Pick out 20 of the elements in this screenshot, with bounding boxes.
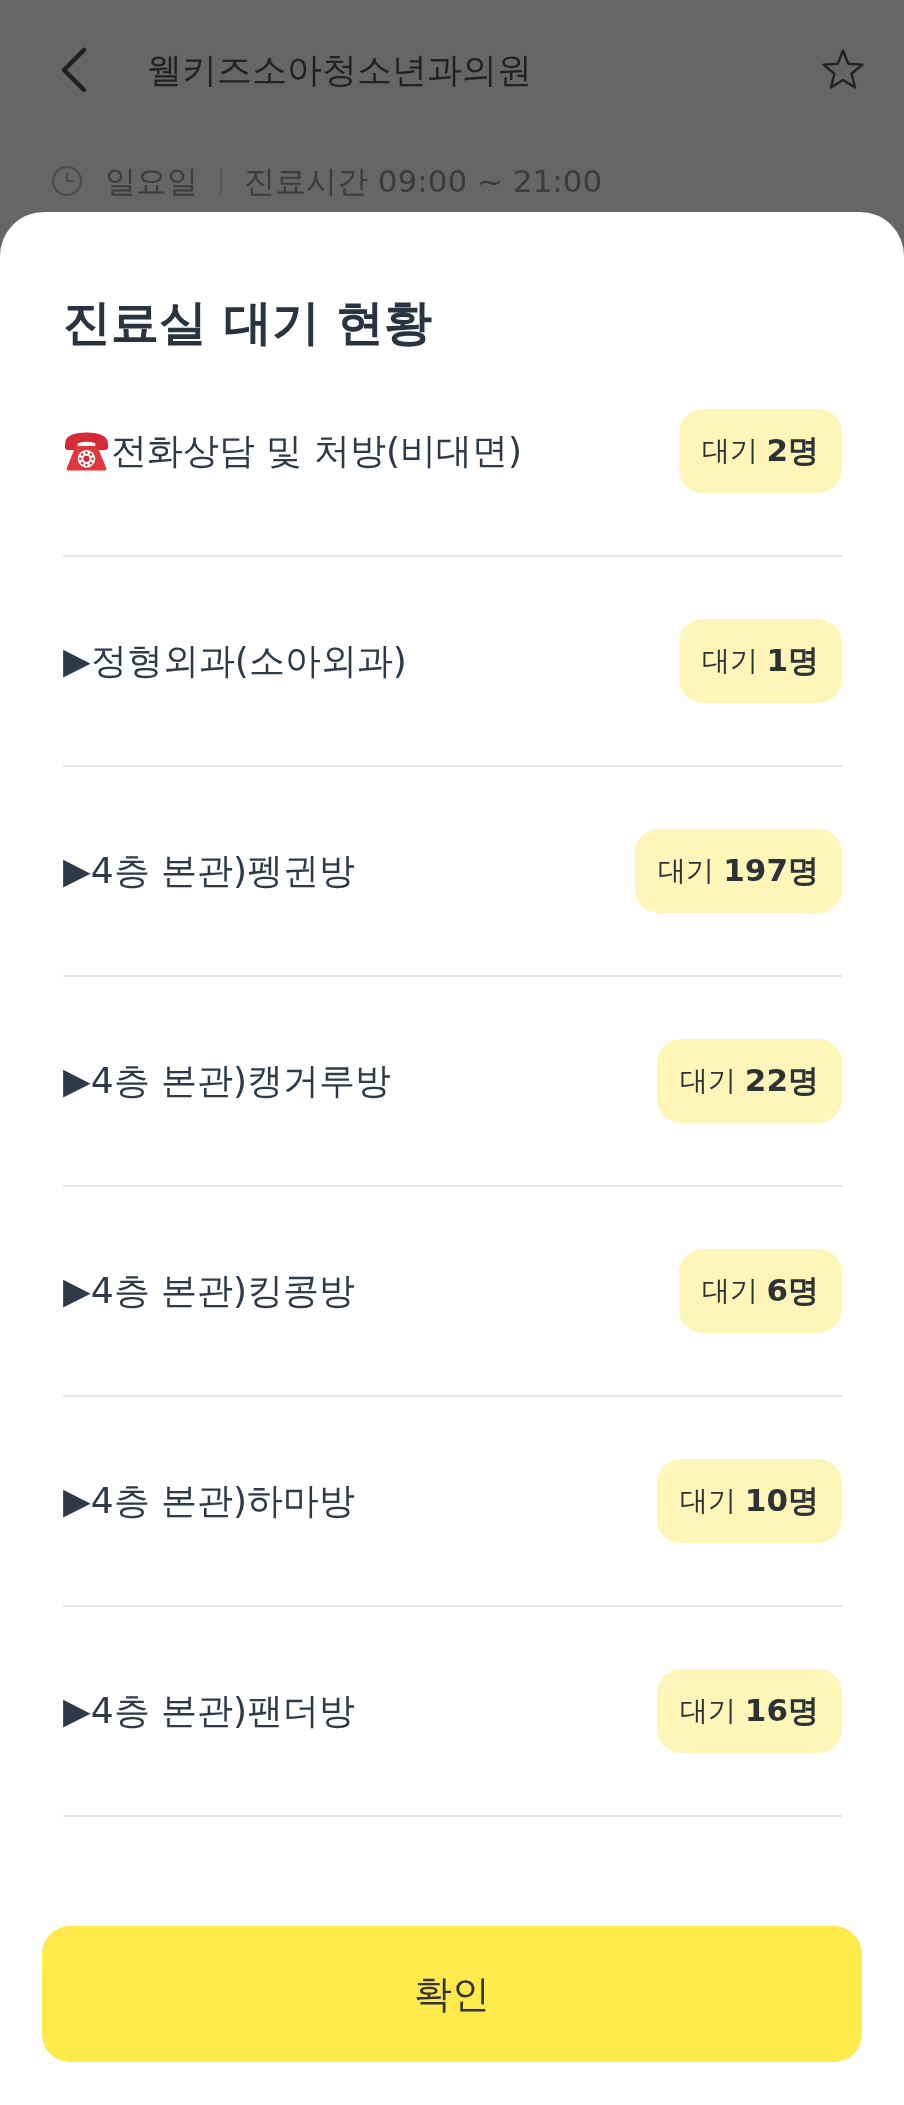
room-name: ▶4층 본관)팬더방 [63, 1688, 356, 1733]
room-name: ▶4층 본관)캥거루방 [63, 1058, 392, 1103]
sheet-title: 진료실 대기 현황 [63, 297, 433, 347]
waiting-count-badge: 대기 197명 [635, 829, 842, 913]
waiting-count-badge: 대기 2명 [678, 409, 842, 493]
waiting-count-badge: 대기 16명 [656, 1669, 842, 1753]
clinic-title: 웰키즈소아청소년과의원 [147, 48, 533, 92]
room-name: 전화상담 및 처방(비대면) [111, 428, 522, 473]
room-name: ▶정형외과(소아외과) [63, 638, 407, 683]
clock-icon [52, 166, 82, 196]
confirm-button[interactable]: 확인 [42, 1926, 862, 2062]
waiting-count-badge: 대기 6명 [678, 1249, 842, 1333]
room-name: ▶4층 본관)킹콩방 [63, 1268, 356, 1313]
waiting-count-badge: 대기 22명 [656, 1039, 842, 1123]
back-icon[interactable] [60, 46, 88, 94]
waiting-count-badge: 대기 10명 [656, 1459, 842, 1543]
telephone-icon [63, 429, 110, 473]
room-name: ▶4층 본관)펭귄방 [63, 848, 356, 893]
room-name: ▶4층 본관)하마방 [63, 1478, 356, 1523]
waiting-count-badge: 대기 1명 [678, 619, 842, 703]
